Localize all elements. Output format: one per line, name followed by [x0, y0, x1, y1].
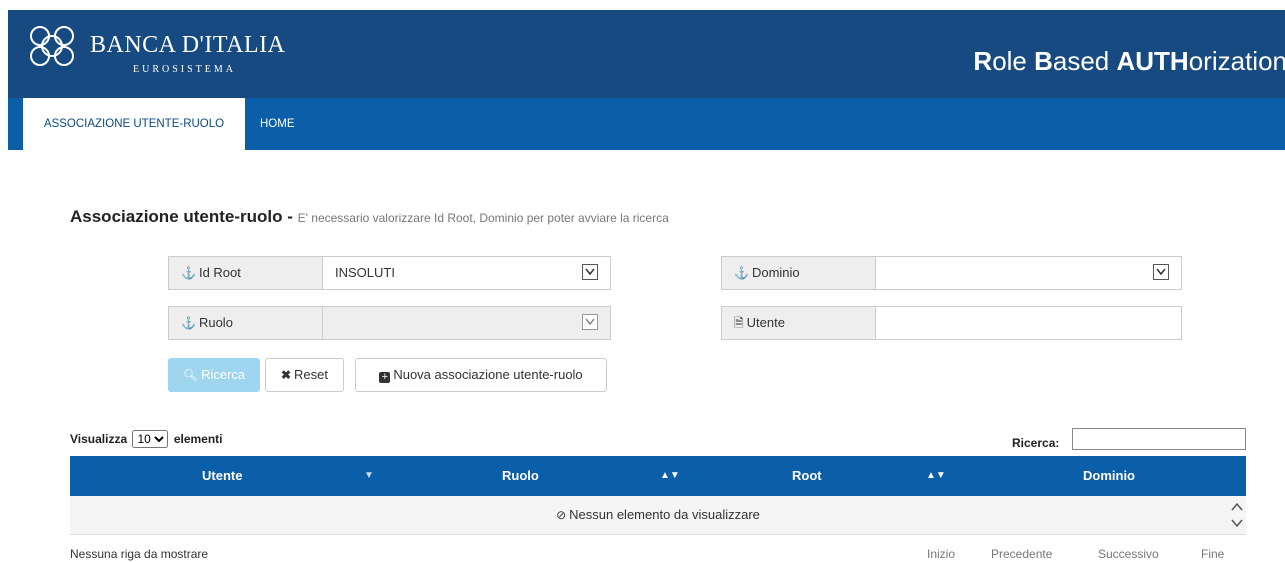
pager-precedente[interactable]: Precedente — [991, 547, 1052, 561]
pager-fine[interactable]: Fine — [1201, 547, 1224, 561]
chevron-down-icon[interactable] — [582, 314, 598, 330]
banca-italia-logo-icon — [30, 26, 74, 66]
dominio-field: ⚓ Dominio — [721, 256, 1182, 290]
pager-inizio[interactable]: Inizio — [927, 547, 955, 561]
id-root-field: ⚓ Id Root INSOLUTI — [168, 256, 611, 290]
nuova-associazione-label: Nuova associazione utente-ruolo — [393, 367, 583, 382]
utente-label-text: Utente — [746, 315, 785, 330]
sort-icon[interactable]: ▲▼ — [660, 456, 680, 496]
tab-associazione-utente-ruolo[interactable]: ASSOCIAZIONE UTENTE-RUOLO — [23, 98, 245, 150]
table-search-label: Ricerca: — [1012, 436, 1060, 450]
page-title: Associazione utente-ruolo - E' necessari… — [70, 207, 669, 227]
anchor-icon: ⚓ — [181, 266, 196, 280]
table-header: Utente ▼ Ruolo ▲▼ Root ▲▼ Dominio — [70, 456, 1246, 496]
app-title-ole: ole — [992, 46, 1035, 76]
length-suffix: elementi — [173, 432, 223, 446]
id-root-value: INSOLUTI — [335, 265, 395, 280]
app-title-r: R — [973, 46, 993, 76]
utente-field: 🗎 Utente — [721, 306, 1182, 340]
main-nav: ASSOCIAZIONE UTENTE-RUOLO HOME — [8, 98, 1285, 150]
page-length-select[interactable]: 10 — [132, 430, 169, 448]
plus-square-icon: + — [379, 372, 391, 383]
table-body: ⊘ Nessun elemento da visualizzare — [70, 496, 1246, 535]
app-title-ased: ased — [1052, 46, 1117, 76]
scroll-arrows-icon[interactable] — [1230, 500, 1244, 530]
ruolo-select[interactable] — [323, 307, 610, 339]
anchor-icon: ⚓ — [734, 266, 749, 280]
empty-row: ⊘ Nessun elemento da visualizzare — [70, 496, 1246, 534]
column-header-ruolo[interactable]: Ruolo — [502, 456, 539, 496]
id-root-label-text: Id Root — [198, 265, 241, 280]
app-title-auth: AUTH — [1116, 46, 1189, 76]
column-header-utente[interactable]: Utente — [202, 456, 242, 496]
dominio-select[interactable] — [876, 257, 1181, 289]
ruolo-label: ⚓ Ruolo — [169, 307, 323, 339]
anchor-icon: ⚓ — [181, 316, 196, 330]
app-header: BANCA D'ITALIA EUROSISTEMA Role Based AU… — [8, 10, 1285, 98]
close-icon: ✖ — [280, 368, 292, 382]
nuova-associazione-button[interactable]: + Nuova associazione utente-ruolo — [355, 358, 607, 392]
chevron-down-icon[interactable] — [1153, 264, 1169, 280]
empty-message: Nessun elemento da visualizzare — [569, 507, 760, 522]
page-title-text: Associazione utente-ruolo - — [70, 207, 298, 226]
ricerca-button[interactable]: 🔍︎ Ricerca — [168, 358, 260, 392]
page-subtitle: E' necessario valorizzare Id Root, Domin… — [297, 211, 669, 225]
app-title: Role Based AUTHorization — [973, 46, 1285, 77]
search-icon: 🔍︎ — [182, 368, 199, 382]
page-length-control: Visualizza 10 elementi — [70, 430, 223, 448]
ruolo-label-text: Ruolo — [198, 315, 233, 330]
ricerca-button-label: Ricerca — [201, 367, 246, 382]
utente-input[interactable] — [876, 307, 1181, 339]
reset-button-label: Reset — [294, 367, 329, 382]
table-info: Nessuna riga da mostrare — [70, 547, 209, 561]
chevron-down-icon[interactable] — [582, 264, 598, 280]
table-search-input[interactable] — [1072, 428, 1246, 450]
user-card-icon: 🗎 — [734, 316, 744, 330]
dominio-label: ⚓ Dominio — [722, 257, 876, 289]
utente-label: 🗎 Utente — [722, 307, 876, 339]
column-header-dominio[interactable]: Dominio — [1083, 456, 1135, 496]
length-prefix: Visualizza — [70, 432, 128, 446]
tab-home[interactable]: HOME — [260, 98, 295, 150]
pager-successivo[interactable]: Successivo — [1098, 547, 1159, 561]
reset-button[interactable]: ✖ Reset — [265, 358, 344, 392]
sort-icon[interactable]: ▲▼ — [926, 456, 946, 496]
column-header-root[interactable]: Root — [792, 456, 822, 496]
app-title-b: B — [1034, 46, 1053, 76]
id-root-select[interactable]: INSOLUTI — [323, 257, 610, 289]
brand-subtitle: EUROSISTEMA — [133, 64, 237, 75]
app-title-orization: orization — [1188, 46, 1285, 76]
sort-desc-icon[interactable]: ▼ — [364, 456, 374, 496]
id-root-label: ⚓ Id Root — [169, 257, 323, 289]
ban-icon: ⊘ — [556, 508, 567, 522]
ruolo-field: ⚓ Ruolo — [168, 306, 611, 340]
brand-name: BANCA D'ITALIA — [90, 32, 286, 58]
dominio-label-text: Dominio — [751, 265, 800, 280]
